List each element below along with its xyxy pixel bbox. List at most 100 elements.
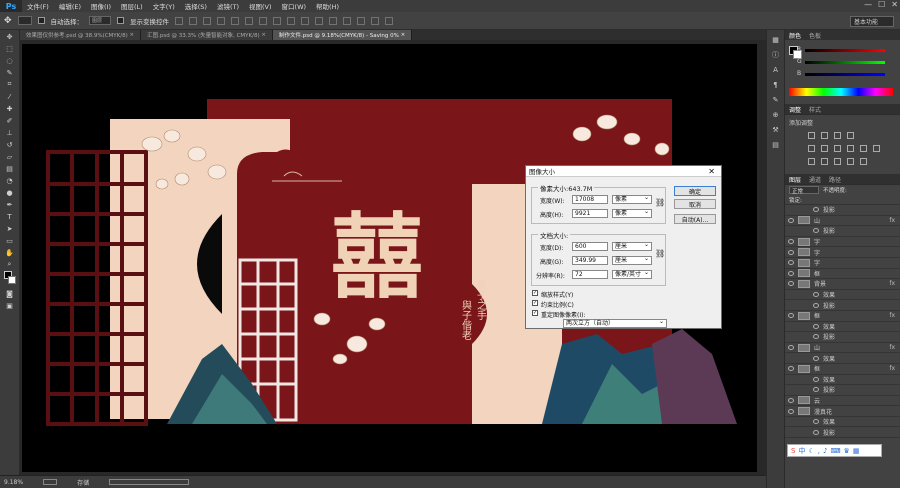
menu-layer[interactable]: 图层(L) bbox=[116, 1, 148, 11]
red-slider[interactable] bbox=[805, 49, 885, 52]
visibility-eye-icon[interactable] bbox=[788, 260, 794, 266]
layer-row[interactable]: 投影 bbox=[785, 427, 900, 439]
effect-eye-icon[interactable] bbox=[813, 387, 819, 393]
color-balance-icon[interactable] bbox=[834, 145, 841, 152]
shape-tool-icon[interactable]: ▭ bbox=[3, 235, 17, 246]
gradient-map-icon[interactable] bbox=[847, 158, 854, 165]
layer-row[interactable]: 投影 bbox=[785, 385, 900, 396]
show-transform-checkbox[interactable] bbox=[117, 17, 125, 24]
menu-image[interactable]: 图像(I) bbox=[86, 1, 116, 11]
green-slider[interactable] bbox=[805, 61, 885, 64]
gradient-tool-icon[interactable]: ▤ bbox=[3, 163, 17, 174]
tab-effect-preview[interactable]: 效果图仅供参考.psd @ 38.9%(CMYK/8) × bbox=[20, 30, 142, 40]
3d-pan-icon[interactable] bbox=[385, 16, 394, 25]
menu-window[interactable]: 窗口(W) bbox=[277, 1, 312, 11]
constrain-checkbox[interactable]: ✓ bbox=[532, 300, 538, 306]
tab-layers[interactable]: 图层 bbox=[789, 175, 801, 184]
auto-select-dropdown[interactable]: 图层 bbox=[89, 16, 112, 25]
eraser-tool-icon[interactable]: ▱ bbox=[3, 151, 17, 162]
resolution-unit-select[interactable]: 像素/英寸 bbox=[612, 269, 652, 279]
layer-row[interactable]: 效果 bbox=[785, 417, 900, 428]
doc-info-icon[interactable] bbox=[43, 479, 58, 485]
menu-select[interactable]: 选择(S) bbox=[180, 1, 212, 11]
effect-eye-icon[interactable] bbox=[813, 355, 819, 361]
layer-row[interactable]: 漫真花 bbox=[785, 406, 900, 417]
visibility-eye-icon[interactable] bbox=[788, 408, 794, 414]
workspace-dropdown[interactable]: 基本功能 bbox=[850, 16, 894, 27]
dialog-close-icon[interactable]: ✕ bbox=[708, 167, 715, 176]
effect-eye-icon[interactable] bbox=[813, 419, 819, 425]
tab-close-icon[interactable]: × bbox=[261, 32, 266, 38]
layer-fx-icon[interactable]: fx bbox=[889, 344, 895, 351]
curves-icon[interactable] bbox=[834, 132, 841, 139]
layer-comps-icon[interactable]: ▤ bbox=[771, 140, 781, 150]
ime-punct-icon[interactable]: , bbox=[818, 447, 820, 455]
paragraph-icon[interactable]: ¶ bbox=[771, 80, 781, 90]
width-unit-select[interactable]: 像素 bbox=[612, 194, 652, 204]
3d-mode-icon[interactable] bbox=[357, 16, 366, 25]
menu-filter[interactable]: 滤镜(T) bbox=[212, 1, 244, 11]
tab-paths[interactable]: 路径 bbox=[829, 175, 841, 184]
resolution-input[interactable]: 72 bbox=[572, 270, 608, 279]
distribute-bottom-icon[interactable] bbox=[287, 16, 296, 25]
blur-tool-icon[interactable]: ◔ bbox=[3, 175, 17, 186]
visibility-eye-icon[interactable] bbox=[788, 397, 794, 403]
tab-swatches[interactable]: 色板 bbox=[809, 31, 821, 40]
levels-icon[interactable] bbox=[821, 132, 828, 139]
layer-row[interactable]: 投影 bbox=[785, 205, 900, 216]
ime-tools-icon[interactable]: ▦ bbox=[853, 447, 860, 455]
layer-row[interactable]: 字 bbox=[785, 258, 900, 269]
visibility-eye-icon[interactable] bbox=[788, 239, 794, 245]
posterize-icon[interactable] bbox=[821, 158, 828, 165]
layer-row[interactable]: 效果 bbox=[785, 375, 900, 386]
visibility-eye-icon[interactable] bbox=[788, 313, 794, 319]
layer-row[interactable]: 背景 fx bbox=[785, 279, 900, 290]
layer-row[interactable]: 字 bbox=[785, 247, 900, 258]
maximize-icon[interactable]: ☐ bbox=[878, 0, 885, 9]
dodge-tool-icon[interactable]: ● bbox=[3, 187, 17, 198]
menu-file[interactable]: 文件(F) bbox=[22, 1, 54, 11]
invert-icon[interactable] bbox=[808, 158, 815, 165]
layer-fx-icon[interactable]: fx bbox=[889, 312, 895, 319]
resample-checkbox[interactable]: ✓ bbox=[532, 310, 538, 316]
effect-eye-icon[interactable] bbox=[813, 207, 819, 213]
visibility-eye-icon[interactable] bbox=[788, 281, 794, 287]
color-spectrum[interactable] bbox=[789, 88, 893, 96]
layer-row[interactable]: 投影 bbox=[785, 300, 900, 311]
path-select-icon[interactable]: ➤ bbox=[3, 223, 17, 234]
ime-moon-icon[interactable]: ☾ bbox=[808, 447, 814, 455]
distribute-left-icon[interactable] bbox=[301, 16, 310, 25]
effect-eye-icon[interactable] bbox=[813, 228, 819, 234]
clone-stamp-icon[interactable]: ⊥ bbox=[3, 127, 17, 138]
height-px-input[interactable]: 9921 bbox=[572, 209, 608, 218]
vibrance-icon[interactable] bbox=[808, 145, 815, 152]
hand-tool-icon[interactable]: ✋ bbox=[3, 247, 17, 258]
brush-preset-icon[interactable]: ✎ bbox=[771, 95, 781, 105]
effect-eye-icon[interactable] bbox=[813, 334, 819, 340]
cancel-button[interactable]: 取消 bbox=[674, 199, 716, 209]
move-tool-icon[interactable]: ✥ bbox=[3, 31, 17, 42]
clone-source-icon[interactable]: ⊕ bbox=[771, 110, 781, 120]
zoom-level[interactable]: 9.18% bbox=[4, 479, 23, 486]
ime-language[interactable]: 中 bbox=[798, 446, 805, 456]
layer-row[interactable]: 山 fx bbox=[785, 343, 900, 354]
distribute-middle-icon[interactable] bbox=[273, 16, 282, 25]
screen-mode-icon[interactable]: ▣ bbox=[3, 300, 17, 311]
layer-row[interactable]: 云 bbox=[785, 396, 900, 407]
align-right-icon[interactable] bbox=[245, 16, 254, 25]
bw-icon[interactable] bbox=[847, 145, 854, 152]
ime-logo-icon[interactable]: S bbox=[791, 447, 795, 455]
healing-brush-icon[interactable]: ✚ bbox=[3, 103, 17, 114]
ime-skin-icon[interactable]: ♛ bbox=[844, 447, 850, 455]
hue-icon[interactable] bbox=[821, 145, 828, 152]
auto-align-icon[interactable] bbox=[343, 16, 352, 25]
align-bottom-icon[interactable] bbox=[203, 16, 212, 25]
visibility-eye-icon[interactable] bbox=[788, 270, 794, 276]
effect-eye-icon[interactable] bbox=[813, 376, 819, 382]
layer-row[interactable]: 效果 bbox=[785, 290, 900, 301]
exposure-icon[interactable] bbox=[847, 132, 854, 139]
threshold-icon[interactable] bbox=[834, 158, 841, 165]
distribute-center-icon[interactable] bbox=[315, 16, 324, 25]
scale-styles-checkbox[interactable]: ✓ bbox=[532, 290, 538, 296]
history-brush-icon[interactable]: ↺ bbox=[3, 139, 17, 150]
